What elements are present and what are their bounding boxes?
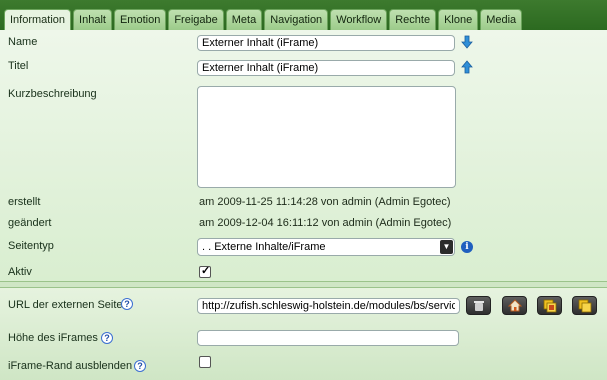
copy-button[interactable] [572,296,597,315]
seitentyp-label: Seitentyp [8,240,54,252]
url-label: URL der externen Seite [8,299,123,311]
info-icon[interactable]: i [461,241,473,253]
titel-label: Titel [8,60,29,72]
rand-label: iFrame-Rand ausblenden [8,360,133,372]
aktiv-checkbox[interactable] [199,264,211,278]
delete-button[interactable] [466,296,491,315]
tab-media[interactable]: Media [480,9,523,30]
hoehe-input[interactable] [197,330,459,346]
tabs: Information Inhalt Emotion Freigabe Meta… [4,9,523,31]
tab-rechte[interactable]: Rechte [389,9,437,30]
tab-workflow[interactable]: Workflow [330,9,388,30]
pages-button[interactable] [537,296,562,315]
erstellt-value: am 2009-11-25 11:14:28 von admin (Admin … [199,196,451,208]
tab-meta[interactable]: Meta [225,9,263,30]
help-icon[interactable]: ? [101,332,113,344]
name-input[interactable] [197,35,455,51]
help-icon[interactable]: ? [134,360,146,372]
arrow-up-icon[interactable] [461,60,473,74]
url-input[interactable] [197,298,460,314]
copy-icon [578,299,592,313]
erstellt-label: erstellt [8,196,41,208]
seitentyp-select[interactable]: . . Externe Inhalte/iFrame ▼ [197,238,455,256]
tab-navigation[interactable]: Navigation [264,9,329,30]
tab-inhalt[interactable]: Inhalt [73,9,112,30]
tab-bar: Information Inhalt Emotion Freigabe Meta… [0,0,607,31]
trash-icon [474,301,484,311]
tab-information[interactable]: Information [4,9,72,31]
chevron-down-icon[interactable]: ▼ [440,240,453,254]
geaendert-value: am 2009-12-04 16:11:12 von admin (Admin … [199,217,452,229]
aktiv-label: Aktiv [8,266,32,278]
home-icon [508,299,522,312]
seitentyp-selected-value: . . Externe Inhalte/iFrame [202,241,326,253]
kurzbeschreibung-textarea[interactable] [197,86,456,188]
titel-input[interactable] [197,60,455,76]
home-button[interactable] [502,296,527,315]
hoehe-label: Höhe des iFrames [8,332,98,344]
tab-freigabe[interactable]: Freigabe [168,9,224,30]
rand-checkbox[interactable] [199,356,211,368]
tab-klone[interactable]: Klone [438,9,479,30]
arrow-down-icon[interactable] [461,35,473,49]
name-label: Name [8,36,38,48]
help-icon[interactable]: ? [121,298,133,310]
geaendert-label: geändert [8,217,52,229]
pages-icon [543,299,557,313]
tab-emotion[interactable]: Emotion [113,9,167,30]
kurzbeschreibung-label: Kurzbeschreibung [8,88,97,100]
